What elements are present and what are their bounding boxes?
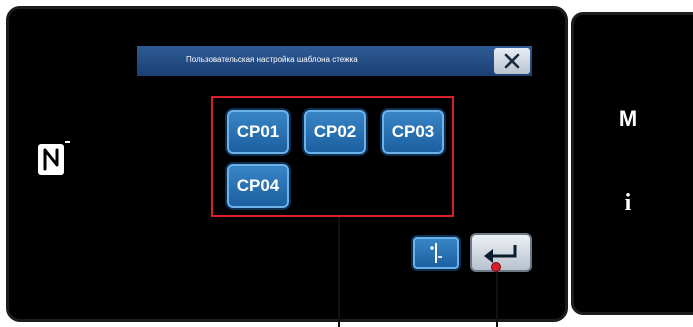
- nfc-icon: [37, 139, 71, 182]
- pattern-button-cp02[interactable]: CP02: [302, 108, 368, 156]
- callout-line-enter: [496, 268, 498, 327]
- callout-marker-dot: [491, 262, 501, 272]
- pattern-button-cp01[interactable]: CP01: [225, 108, 291, 156]
- close-x-icon: [504, 53, 520, 69]
- adjust-icon: [430, 243, 442, 263]
- pattern-button-cp04[interactable]: CP04: [225, 162, 291, 210]
- adjust-button[interactable]: [411, 235, 461, 271]
- dialog-title-bar: Пользовательская настройка шаблона стежк…: [137, 46, 532, 76]
- enter-button[interactable]: [470, 233, 532, 272]
- dialog-title: Пользовательская настройка шаблона стежк…: [186, 55, 358, 64]
- info-button[interactable]: i: [612, 190, 644, 220]
- side-menu-panel: [571, 12, 693, 315]
- enter-return-icon: [484, 244, 517, 263]
- close-button[interactable]: [494, 48, 530, 74]
- callout-line-patterns: [338, 217, 340, 327]
- pattern-button-cp03[interactable]: CP03: [380, 108, 446, 156]
- mode-button[interactable]: M: [612, 106, 644, 134]
